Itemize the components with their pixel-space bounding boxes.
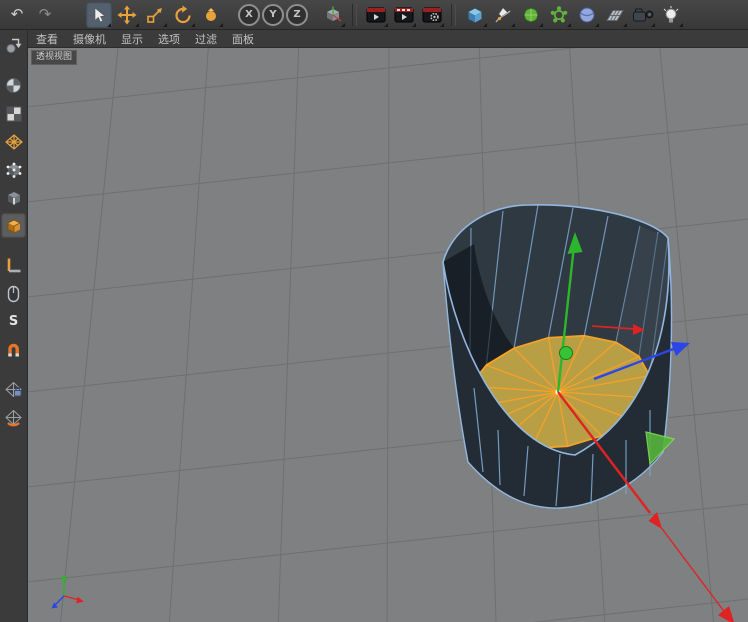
main-toolbar: ↶ ↷ X Y Z — [0, 0, 748, 30]
move-tool-button[interactable] — [114, 2, 140, 28]
points-mode-icon — [4, 160, 24, 180]
undo-icon: ↶ — [11, 7, 24, 22]
points-mode-button[interactable] — [1, 157, 26, 182]
viewport-label: 透视视图 — [31, 50, 77, 65]
make-editable-button[interactable] — [1, 33, 26, 58]
enable-axis-button[interactable] — [1, 253, 26, 278]
array-generator-button[interactable] — [546, 2, 572, 28]
camera-icon — [632, 6, 654, 24]
edges-mode-icon — [4, 188, 24, 208]
add-cube-primitive-button[interactable] — [462, 2, 488, 28]
render-view-icon — [366, 6, 386, 24]
redo-icon: ↷ — [39, 7, 52, 22]
gizmo-plane-handle[interactable] — [646, 432, 674, 464]
edges-mode-button[interactable] — [1, 185, 26, 210]
make-editable-icon — [4, 36, 23, 55]
subdivision-surface-icon — [521, 5, 541, 25]
menu-options[interactable]: 选项 — [158, 31, 180, 47]
workplane-icon — [4, 132, 24, 152]
light-icon — [661, 5, 681, 25]
cylinder-object[interactable] — [443, 205, 672, 508]
live-selection-button[interactable] — [86, 2, 112, 28]
light-button[interactable] — [658, 2, 684, 28]
redo-button[interactable]: ↷ — [32, 2, 58, 28]
render-picture-viewer-icon — [394, 6, 414, 24]
workplane-mode-button[interactable] — [1, 129, 26, 154]
floor-environment-button[interactable] — [602, 2, 628, 28]
last-used-tool-button[interactable] — [198, 2, 224, 28]
texture-mode-button[interactable] — [1, 101, 26, 126]
z-axis-label: Z — [293, 9, 300, 20]
scale-tool-button[interactable] — [142, 2, 168, 28]
viewport-canvas[interactable] — [28, 48, 748, 622]
snap-magnet-button[interactable] — [1, 337, 26, 362]
mouse-icon — [4, 284, 23, 304]
deformer-icon — [577, 5, 597, 25]
menu-view[interactable]: 查看 — [36, 31, 58, 47]
array-icon — [549, 5, 569, 25]
scale-icon — [145, 5, 165, 25]
coordinate-system-icon — [323, 5, 343, 25]
x-axis-label: X — [245, 9, 253, 20]
rotate-tool-button[interactable] — [170, 2, 196, 28]
axis-l-icon — [4, 256, 23, 275]
lock-z-axis-button[interactable]: Z — [286, 4, 308, 26]
render-to-picture-viewer-button[interactable] — [391, 2, 417, 28]
menu-filter[interactable]: 过滤 — [195, 31, 217, 47]
y-axis-label: Y — [269, 9, 276, 20]
spline-pen-button[interactable] — [490, 2, 516, 28]
viewport-solo-button[interactable] — [1, 281, 26, 306]
cube-icon — [465, 5, 485, 25]
subdivision-surface-button[interactable] — [518, 2, 544, 28]
edit-render-settings-button[interactable] — [419, 2, 445, 28]
lock-workplane-icon — [4, 380, 23, 399]
coordinate-system-button[interactable] — [320, 2, 346, 28]
mode-toolbar: S — [0, 30, 28, 622]
menu-display[interactable]: 显示 — [121, 31, 143, 47]
model-mode-icon — [4, 76, 23, 95]
perspective-viewport[interactable]: 透视视图 — [28, 48, 748, 622]
camera-button[interactable] — [630, 2, 656, 28]
gizmo-center-handle[interactable] — [560, 347, 573, 360]
floor-icon — [605, 5, 625, 25]
render-settings-icon — [422, 6, 442, 24]
deformer-button[interactable] — [574, 2, 600, 28]
render-view-button[interactable] — [363, 2, 389, 28]
move-icon — [117, 5, 137, 25]
undo-button[interactable]: ↶ — [4, 2, 30, 28]
cursor-icon — [90, 6, 108, 24]
menu-panel[interactable]: 面板 — [232, 31, 254, 47]
magnet-icon — [4, 340, 23, 359]
quantize-icon — [4, 408, 23, 427]
polygons-mode-icon — [4, 216, 24, 236]
quantize-button[interactable] — [1, 405, 26, 430]
viewport-menubar: 查看 摄像机 显示 选项 过滤 面板 — [28, 30, 748, 48]
lock-y-axis-button[interactable]: Y — [262, 4, 284, 26]
tool-ball-icon — [201, 5, 221, 25]
lock-x-axis-button[interactable]: X — [238, 4, 260, 26]
texture-mode-icon — [5, 105, 23, 123]
snapping-s-label: S — [9, 314, 18, 329]
toolbar-separator — [451, 4, 456, 26]
rotate-icon — [173, 5, 193, 25]
model-mode-button[interactable] — [1, 73, 26, 98]
pen-icon — [493, 5, 513, 25]
lock-workplane-button[interactable] — [1, 377, 26, 402]
polygons-mode-button[interactable] — [1, 213, 26, 238]
menu-cameras[interactable]: 摄像机 — [73, 31, 106, 47]
toolbar-separator — [352, 4, 357, 26]
snapping-button[interactable]: S — [1, 309, 26, 334]
